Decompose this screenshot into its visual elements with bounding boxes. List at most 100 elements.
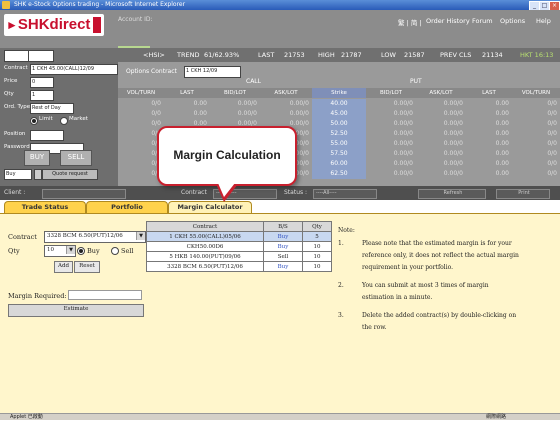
strike-cell[interactable]: 55.00 — [312, 139, 366, 149]
chain-cell[interactable]: 0.00/0 — [366, 129, 416, 139]
chain-cell[interactable]: 0.00/0 — [210, 109, 260, 119]
chain-cell[interactable]: 0.00 — [466, 99, 512, 109]
status-label: Status : — [284, 189, 308, 196]
contract-select[interactable]: 1 CKH 45.00(CALL)12/09 — [30, 64, 118, 75]
menu-options[interactable]: Options — [500, 17, 525, 25]
chain-cell[interactable]: 0.00 — [466, 139, 512, 149]
chain-cell[interactable]: 0.00 — [466, 169, 512, 179]
strike-cell[interactable]: 45.00 — [312, 109, 366, 119]
side-select[interactable]: Buy — [4, 169, 32, 180]
price-input[interactable]: 0 — [30, 77, 54, 88]
menu-help[interactable]: Help — [536, 17, 551, 25]
chain-cell[interactable]: 0.00/0 — [260, 109, 312, 119]
calc-sell-label: Sell — [121, 247, 134, 255]
chain-cell[interactable]: 0.00 — [466, 109, 512, 119]
chain-cell[interactable]: 0.00/0 — [366, 169, 416, 179]
chain-cell[interactable]: 0.00/0 — [366, 149, 416, 159]
table-row[interactable]: 1 CKH 55.00(CALL)05/06 Buy 5 — [146, 231, 332, 242]
table-row[interactable]: 5 HKB 140.00(PUT)09/06 Sell 10 — [146, 251, 332, 262]
chain-cell[interactable]: 0.00/0 — [260, 99, 312, 109]
print-button[interactable]: Print — [496, 189, 550, 199]
quote-input-2[interactable] — [28, 50, 54, 62]
cell-contract: 1 CKH 55.00(CALL)05/06 — [146, 231, 264, 242]
chain-cell[interactable]: 0/0 — [512, 149, 560, 159]
call-label: CALL — [246, 78, 261, 85]
strike-cell[interactable]: 40.00 — [312, 99, 366, 109]
refresh-button[interactable]: Refresh — [418, 189, 486, 199]
chevron-down-icon[interactable]: ▼ — [136, 232, 145, 240]
price-label: Price — [4, 78, 18, 84]
quote-input[interactable] — [4, 50, 30, 62]
qty-label: Qty — [4, 91, 14, 97]
menu-order-history[interactable]: Order History — [426, 17, 470, 25]
buy-button[interactable]: BUY — [24, 150, 50, 166]
chain-cell[interactable]: 0.00/0 — [416, 149, 466, 159]
note-line: reference only, it does not reflect the … — [362, 252, 519, 259]
chain-cell[interactable]: 0.00/0 — [416, 169, 466, 179]
chain-cell[interactable]: 0/0 — [118, 109, 164, 119]
estimate-button[interactable]: Estimate — [8, 304, 144, 317]
table-row[interactable]: 3328 BCM 6.50(PUT)12/06 Buy 10 — [146, 261, 332, 272]
cell-bs: Buy — [263, 231, 303, 242]
chain-cell[interactable]: 0.00/0 — [416, 139, 466, 149]
cell-contract: CKH50.00D6 — [146, 241, 264, 252]
qty-input[interactable]: 1 — [30, 90, 54, 101]
menu-forum[interactable]: Forum — [472, 17, 493, 25]
chain-cell[interactable]: 0.00/0 — [366, 159, 416, 169]
client-select[interactable] — [42, 189, 126, 199]
calc-buy-radio[interactable] — [77, 247, 85, 255]
chain-cell[interactable]: 0.00/0 — [366, 99, 416, 109]
add-button[interactable]: Add — [54, 261, 73, 273]
cell-qty: 10 — [302, 251, 332, 262]
ordtype-select[interactable]: Rest of Day — [30, 103, 74, 114]
strike-cell[interactable]: 52.50 — [312, 129, 366, 139]
chain-cell[interactable]: 0/0 — [512, 129, 560, 139]
status-select[interactable]: ----All---- — [313, 189, 377, 199]
chain-header-c_bid: BID/LOT — [210, 88, 260, 98]
chain-cell[interactable]: 0.00/0 — [210, 99, 260, 109]
chain-cell[interactable]: 0/0 — [118, 119, 164, 129]
chain-cell[interactable]: 0/0 — [512, 159, 560, 169]
chain-cell[interactable]: 0.00 — [164, 99, 210, 109]
limit-radio[interactable] — [30, 117, 38, 125]
chain-cell[interactable]: 0.00/0 — [366, 109, 416, 119]
reset-button[interactable]: Reset — [74, 261, 100, 273]
chain-cell[interactable]: 0/0 — [118, 99, 164, 109]
chevron-down-icon[interactable]: ▼ — [66, 246, 75, 254]
chain-cell[interactable]: 0.00/0 — [366, 139, 416, 149]
chain-cell[interactable]: 0.00/0 — [416, 109, 466, 119]
strike-cell[interactable]: 62.50 — [312, 169, 366, 179]
position-select[interactable] — [30, 130, 64, 141]
table-row[interactable]: CKH50.00D6 Buy 10 — [146, 241, 332, 252]
lang-icon[interactable]: 繁 | 简 | — [398, 17, 422, 27]
chain-cell[interactable]: 0/0 — [512, 99, 560, 109]
chain-cell[interactable]: 0/0 — [512, 139, 560, 149]
calc-sell-radio[interactable] — [111, 247, 119, 255]
chain-header-c_ask: ASK/LOT — [260, 88, 312, 98]
chain-cell[interactable]: 0.00/0 — [416, 119, 466, 129]
quote-request-button[interactable]: Quote request — [42, 169, 98, 180]
chain-cell[interactable]: 0.00 — [466, 119, 512, 129]
chain-cell[interactable]: 0.00/0 — [366, 119, 416, 129]
chain-cell[interactable]: 0/0 — [512, 169, 560, 179]
chain-cell[interactable]: 0.00 — [164, 109, 210, 119]
strike-cell[interactable]: 57.50 — [312, 149, 366, 159]
sell-button[interactable]: SELL — [60, 150, 92, 166]
chain-cell[interactable]: 0/0 — [512, 109, 560, 119]
calc-contract-select[interactable]: 3328 BCM 6.50(PUT)12/06 ▼ — [44, 231, 146, 243]
chain-cell[interactable]: 0/0 — [512, 119, 560, 129]
chain-cell[interactable]: 0.00/0 — [416, 129, 466, 139]
side-checkbox[interactable] — [34, 169, 42, 180]
options-contract-select[interactable]: 1 CKH 12/09 — [184, 66, 241, 78]
cell-qty: 10 — [302, 261, 332, 272]
chain-cell[interactable]: 0.00 — [466, 149, 512, 159]
chain-cell[interactable]: 0.00/0 — [416, 159, 466, 169]
strike-cell[interactable]: 60.00 — [312, 159, 366, 169]
calc-qty-select[interactable]: 10 ▼ — [44, 245, 76, 257]
strike-cell[interactable]: 50.00 — [312, 119, 366, 129]
chain-cell[interactable]: 0.00/0 — [416, 99, 466, 109]
chain-cell[interactable]: 0.00 — [466, 159, 512, 169]
chain-cell[interactable]: 0.00 — [466, 129, 512, 139]
market-radio[interactable] — [60, 117, 68, 125]
note-line: estimation in a minute. — [362, 294, 433, 301]
